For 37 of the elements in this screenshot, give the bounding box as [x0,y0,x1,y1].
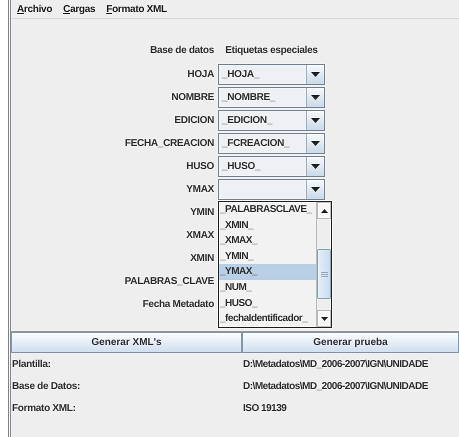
column-header: Etiquetas especiales [224,45,319,58]
dropdown[interactable]: _NOMBRE_ [218,87,325,108]
dropdown[interactable]: _HOJA_ [218,64,325,85]
column-header: Base de datos [149,45,214,58]
field-label: PALABRAS_CLAVE [124,276,214,287]
dropdown[interactable]: _HUSO_ [218,156,325,177]
list-item[interactable]: _XMIN_ [219,218,316,234]
field-label: NOMBRE [171,92,214,103]
info-value: D:\Metadatos\MD_2006-2007\IGN\UNIDADE [242,380,429,392]
info-value: D:\Metadatos\MD_2006-2007\IGN\UNIDADE [242,358,429,370]
info-label: Formato XML: [11,402,77,414]
menu-item[interactable]: Cargas [63,4,96,14]
list-item[interactable]: _YMIN_ [219,248,316,264]
list-item[interactable]: _HUSO_ [219,296,316,312]
dropdown[interactable]: _EDICION_ [218,110,325,131]
field-label: FECHA_CREACION [124,138,214,149]
list-item[interactable]: _fechaIdentificador_ [219,311,316,327]
field-label: HUSO [186,161,214,172]
field-label: XMIN [190,253,214,264]
info-label: Base de Datos: [11,380,82,392]
info-value: ISO 19139 [242,402,288,414]
dropdown[interactable]: _FCREACION_ [218,133,325,154]
info-label: Plantilla: [11,358,52,370]
field-label: EDICION [174,115,214,126]
field-label: Fecha Metadato [142,299,214,310]
action-button[interactable]: Generar prueba [242,332,459,353]
menu-item[interactable]: Formato XML [106,4,167,14]
field-label: XMAX [186,230,214,241]
action-button[interactable]: Generar XML's [11,332,242,353]
field-label: YMAX [186,184,214,195]
list-item[interactable]: _PALABRASCLAVE_ [219,202,316,218]
field-label: YMIN [190,207,214,218]
field-label: HOJA [187,69,214,80]
list-item[interactable]: _NUM_ [219,280,316,296]
list-item[interactable]: _YMAX_ [219,264,316,280]
list-item[interactable]: _XMAX_ [219,233,316,249]
menu-item[interactable]: Archivo [17,4,52,14]
